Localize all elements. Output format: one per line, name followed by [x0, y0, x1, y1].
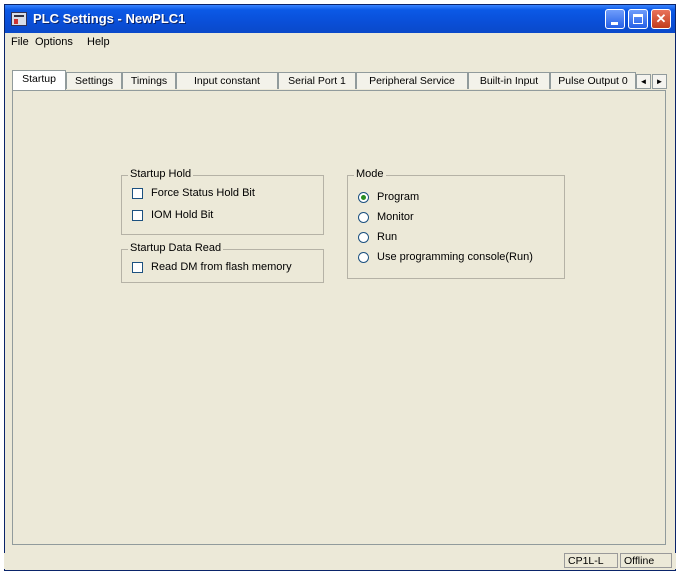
mode-monitor-radio[interactable] — [358, 211, 369, 223]
force-status-hold-bit-row[interactable]: Force Status Hold Bit — [132, 186, 255, 200]
scroll-left-icon[interactable]: ◄ — [636, 74, 651, 89]
mode-console-label: Use programming console(Run) — [377, 251, 533, 263]
tab-strip: Startup Settings Timings Input constant … — [12, 70, 660, 90]
tab-scroll-buttons: ◄ ► — [636, 74, 668, 90]
mode-program-radio[interactable] — [358, 191, 369, 203]
tab-settings[interactable]: Settings — [66, 72, 122, 89]
read-dm-flash-row[interactable]: Read DM from flash memory — [132, 260, 292, 274]
mode-program-row[interactable]: Program — [358, 190, 419, 204]
title-bar[interactable]: PLC Settings - NewPLC1 — [5, 5, 675, 33]
tab-peripheral-service[interactable]: Peripheral Service — [356, 72, 468, 89]
tab-timings[interactable]: Timings — [122, 72, 176, 89]
startup-data-read-group: Startup Data Read Read DM from flash mem… — [121, 242, 324, 283]
iom-hold-bit-label: IOM Hold Bit — [151, 209, 214, 221]
menu-help[interactable]: Help — [87, 36, 110, 48]
tab-pulse-output-0[interactable]: Pulse Output 0 — [550, 72, 636, 89]
force-status-hold-bit-checkbox[interactable] — [132, 187, 143, 199]
mode-monitor-row[interactable]: Monitor — [358, 210, 414, 224]
status-connection: Offline — [620, 553, 672, 568]
scroll-right-icon[interactable]: ► — [652, 74, 667, 89]
status-model: CP1L-L — [564, 553, 618, 568]
startup-hold-title: Startup Hold — [128, 168, 194, 180]
app-icon[interactable] — [11, 12, 27, 26]
mode-run-row[interactable]: Run — [358, 230, 397, 244]
mode-group: Mode Program Monitor Run Use programming… — [347, 168, 565, 279]
iom-hold-bit-row[interactable]: IOM Hold Bit — [132, 208, 213, 222]
read-dm-flash-checkbox[interactable] — [132, 261, 143, 273]
tab-startup[interactable]: Startup — [12, 70, 66, 90]
maximize-button[interactable] — [628, 9, 648, 29]
menu-options[interactable]: Options — [35, 36, 73, 48]
read-dm-flash-label: Read DM from flash memory — [151, 261, 292, 273]
startup-data-read-title: Startup Data Read — [128, 242, 224, 254]
mode-console-row[interactable]: Use programming console(Run) — [358, 250, 533, 264]
status-bar: CP1L-L Offline — [4, 553, 676, 569]
mode-monitor-label: Monitor — [377, 211, 414, 223]
mode-run-label: Run — [377, 231, 398, 243]
force-status-hold-bit-label: Force Status Hold Bit — [151, 187, 255, 199]
startup-hold-group: Startup Hold Force Status Hold Bit IOM H… — [121, 168, 324, 235]
mode-program-label: Program — [377, 191, 420, 203]
tab-input-constant[interactable]: Input constant — [176, 72, 278, 89]
startup-tab-panel: Startup Hold Force Status Hold Bit IOM H… — [12, 90, 666, 545]
window-title: PLC Settings - NewPLC1 — [33, 11, 186, 26]
iom-hold-bit-checkbox[interactable] — [132, 209, 143, 221]
tab-built-in-input[interactable]: Built-in Input — [468, 72, 550, 89]
menu-bar: File Options Help — [5, 33, 675, 51]
mode-run-radio[interactable] — [358, 231, 369, 243]
mode-console-radio[interactable] — [358, 251, 369, 263]
close-button[interactable] — [651, 9, 671, 29]
mode-title: Mode — [354, 168, 386, 180]
minimize-button[interactable] — [605, 9, 625, 29]
tab-serial-port-1[interactable]: Serial Port 1 — [278, 72, 356, 89]
menu-file[interactable]: File — [11, 36, 29, 48]
